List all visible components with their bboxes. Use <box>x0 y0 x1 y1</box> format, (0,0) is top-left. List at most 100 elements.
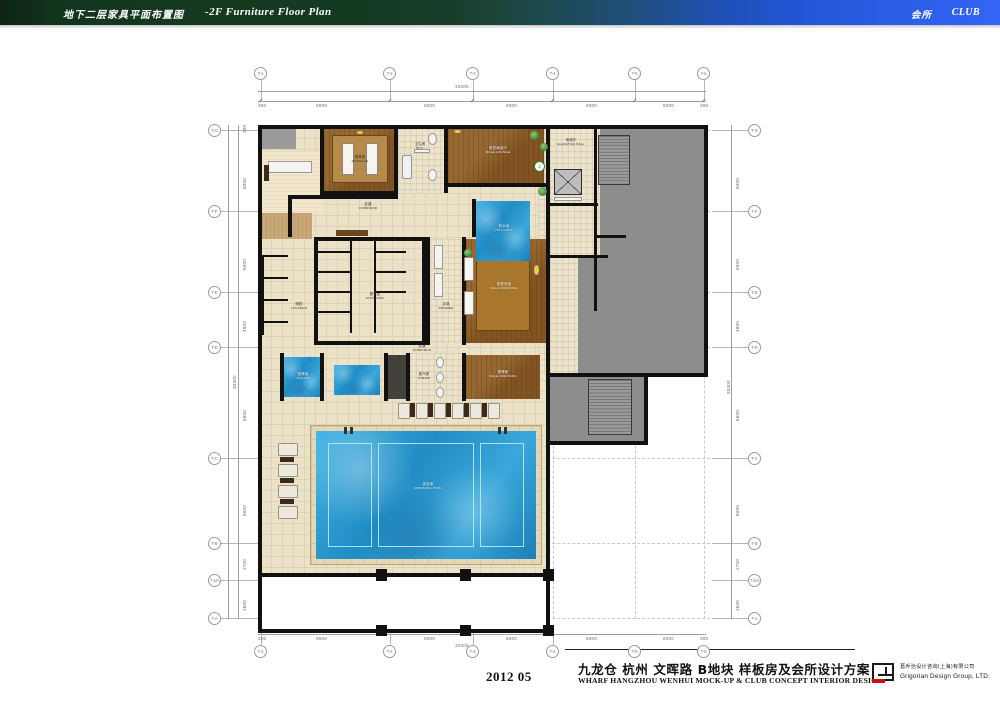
elevator-cab <box>554 169 582 195</box>
column-lowerbay-3 <box>543 625 554 636</box>
column-south-2 <box>460 569 471 581</box>
wall-sauna-east <box>406 353 410 401</box>
wall-changing-north <box>314 237 426 241</box>
right-dim-2: 6000 <box>735 258 740 270</box>
wall-lower-bay-east <box>546 573 550 633</box>
locker-partition-l1 <box>318 251 352 254</box>
pool-sidetable-1 <box>410 403 415 417</box>
pool-ladder-1 <box>344 427 347 434</box>
grid-bubble-bottom-6: T-6 <box>697 645 710 658</box>
west-lounger-2 <box>278 464 298 477</box>
grid-bubble-top-6: T-6 <box>697 67 710 80</box>
grid-bubble-left-f: T-F <box>208 205 221 218</box>
right-dim-line-chain <box>731 125 732 619</box>
wall-corridor-north <box>288 195 398 199</box>
grid-bubble-left-a: T-A <box>208 612 221 625</box>
top-dim-0: 300 <box>258 103 267 108</box>
grid-bubble-right-d: T-D <box>748 341 761 354</box>
pool-lounger-3 <box>434 403 446 419</box>
right-dim-4: 6600 <box>735 409 740 421</box>
drawing-date: 2012 05 <box>486 669 532 684</box>
locker-partition-l2 <box>318 271 352 274</box>
column-south-1 <box>376 569 387 581</box>
elevator-hall-plant <box>538 187 547 196</box>
pool-ladder-4 <box>504 427 507 434</box>
left-dim-4: 6600 <box>242 409 247 421</box>
north-wc-2 <box>428 169 437 181</box>
left-dim-7: 2600 <box>242 599 247 611</box>
spa-bed-1 <box>342 143 354 175</box>
west-sidetable-2 <box>280 478 294 483</box>
male-lounge-plant <box>530 131 539 140</box>
pool-lane-left <box>328 443 372 547</box>
grid-bubble-right-e: T-E <box>748 286 761 299</box>
header-title-chinese: 地下二层家具平面布置图 <box>63 10 184 21</box>
grid-bubble-right-g: T-G <box>748 124 761 137</box>
pool-lounger-6 <box>488 403 500 419</box>
nw-service-box <box>262 129 296 149</box>
grid-leader-right-f <box>712 211 748 212</box>
west-sidetable-3 <box>280 499 294 504</box>
wall-service-west <box>546 125 550 377</box>
grid-leader-left-e <box>221 292 259 293</box>
west-sidetable-1 <box>280 457 294 462</box>
grid-bubble-right-a: T-A <box>748 612 761 625</box>
locker-strip-2 <box>262 277 288 280</box>
wall-stair-south <box>546 441 648 445</box>
top-dim-line-chain <box>258 101 706 102</box>
north-vanity <box>414 149 430 153</box>
locker-strip-4 <box>262 321 288 324</box>
jacuzzi-1-water <box>284 357 322 397</box>
grid-leader-left-f <box>221 211 259 212</box>
jacuzzi-2-water <box>334 365 380 395</box>
wall-service-south <box>546 373 708 377</box>
grid-leader-right-a <box>712 618 748 619</box>
pool-sidetable-3 <box>446 403 451 417</box>
bottom-dim-4: 6000 <box>586 636 598 641</box>
wall-lower-wc-east <box>462 353 466 401</box>
wall-exterior-east <box>546 441 550 577</box>
spa-bed-2 <box>366 143 378 175</box>
west-lounger-3 <box>278 485 298 498</box>
firm-logo-accent <box>872 679 885 683</box>
dressing-bench-2 <box>464 291 474 315</box>
grid-bubble-top-1: T-1 <box>254 67 267 80</box>
project-title-english: WHARF HANGZHOU WENHUI MOCK-UP & CLUB CON… <box>578 676 884 685</box>
left-dim-line-chain <box>238 125 239 619</box>
right-dim-total: 33300 <box>726 380 731 394</box>
left-dim-1: 6000 <box>242 177 247 189</box>
wall-sauna-west <box>384 353 388 401</box>
wall-core-partition-3 <box>548 255 608 258</box>
sauna-cabin <box>388 355 406 399</box>
header-section-english: CLUB <box>951 7 980 18</box>
wall-corridor-west <box>288 195 292 237</box>
left-dim-line-overall <box>228 125 229 619</box>
pool-ladder-3 <box>498 427 501 434</box>
column-lowerbay-2 <box>460 625 471 636</box>
left-dim-6: 2700 <box>242 558 247 570</box>
pool-lounger-5 <box>470 403 482 419</box>
service-stair-south <box>588 379 632 435</box>
spa-wall-lamp <box>357 131 363 134</box>
pool-lounger-1 <box>398 403 410 419</box>
north-wc-1 <box>428 133 437 145</box>
top-dim-3: 6000 <box>506 103 518 108</box>
header-title-english: -2F Furniture Floor Plan <box>205 6 332 18</box>
column-lowerbay-1 <box>376 625 387 636</box>
dressing-bench-1 <box>464 257 474 281</box>
left-dim-total: 33300 <box>232 375 237 389</box>
swimming-pool-water <box>316 431 536 559</box>
grid-bubble-bottom-2: T-2 <box>383 645 396 658</box>
grid-bubble-bottom-4: T-4 <box>546 645 559 658</box>
pool-ladder-2 <box>350 427 353 434</box>
pool-lounger-4 <box>452 403 464 419</box>
drawing-canvas: T-1 T-2 T-3 T-4 T-5 T-6 32000 300 9000 6… <box>0 29 1000 658</box>
right-dim-5: 6000 <box>735 504 740 516</box>
wall-lower-bay-south <box>258 629 550 633</box>
grid-leader-left-1a <box>221 580 259 581</box>
grid-leader-right-e <box>712 292 748 293</box>
grid-bubble-left-1a: T-1/A <box>208 574 221 587</box>
grid-bubble-bottom-1: T-1 <box>254 645 267 658</box>
wall-jacuzzi1-east <box>320 353 324 401</box>
nw-lounge-sofa <box>268 161 312 173</box>
